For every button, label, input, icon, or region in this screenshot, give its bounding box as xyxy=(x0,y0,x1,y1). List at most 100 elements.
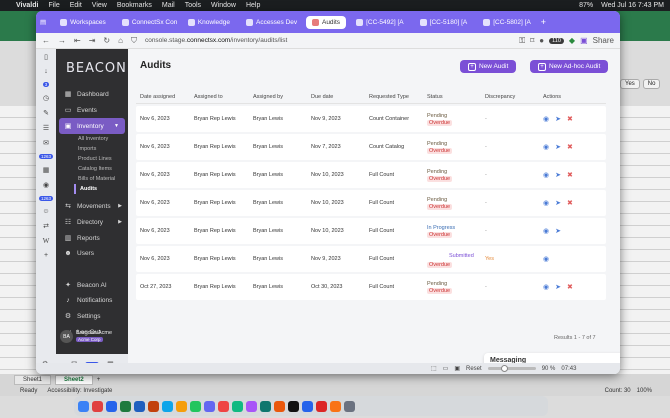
tab-knowledge[interactable]: Knowledge xyxy=(182,16,236,29)
new-adhoc-audit-button[interactable]: + New Ad-hoc Audit xyxy=(530,60,609,73)
sidebar-item-reports[interactable]: ▥ Reports xyxy=(56,230,128,246)
reading-list-icon[interactable]: ☰ xyxy=(43,124,49,132)
word-icon[interactable] xyxy=(134,400,145,412)
add-sheet-icon[interactable]: + xyxy=(97,377,101,383)
header-due-date[interactable]: Due date xyxy=(311,94,369,100)
excel-icon[interactable] xyxy=(120,400,131,412)
illustrator-icon[interactable] xyxy=(330,400,341,412)
reload-icon[interactable]: ↻ xyxy=(103,36,110,45)
subnav-catalog-items[interactable]: Catalog Items xyxy=(56,164,128,174)
bookmarks-panel-icon[interactable]: ▯ xyxy=(44,53,48,61)
key-icon[interactable]: ⚿ xyxy=(519,36,525,46)
menubar-bookmarks[interactable]: Bookmarks xyxy=(117,2,152,9)
spotify-icon[interactable] xyxy=(288,400,299,412)
sidebar-toggle-icon[interactable]: ▤ xyxy=(40,18,46,26)
header-discrepancy[interactable]: Discrepancy xyxy=(485,94,543,100)
send-icon[interactable]: ➤ xyxy=(555,227,561,235)
sidebar-item-events[interactable]: ▭ Events xyxy=(56,102,128,118)
excel-zoom-text[interactable]: 100% xyxy=(637,388,652,394)
url-field[interactable]: console.stage.connectsx.com/inventory/au… xyxy=(145,37,511,44)
tab-cc-5802[interactable]: [CC-5802] [A xyxy=(477,16,537,29)
menubar-help[interactable]: Help xyxy=(246,2,260,9)
tab-accesses[interactable]: Accesses Dev xyxy=(240,16,302,29)
table-row[interactable]: Nov 6, 2023 Bryan Rep Lewis Bryan Lewis Nov… xyxy=(136,134,606,160)
new-tab-icon[interactable]: + xyxy=(541,17,546,27)
add-panel-icon[interactable]: + xyxy=(44,252,48,259)
terminal-icon[interactable] xyxy=(260,400,271,412)
profile-icon[interactable]: ● xyxy=(539,36,544,45)
trash-icon[interactable]: ✖ xyxy=(567,283,573,291)
subnav-product-lines[interactable]: Product Lines xyxy=(56,154,128,164)
fast-forward-icon[interactable]: ⇥ xyxy=(89,36,96,45)
history-panel-icon[interactable]: ◷ xyxy=(43,94,49,102)
excel-yes-button[interactable]: Yes xyxy=(620,79,640,89)
tab-workspaces[interactable]: Workspaces xyxy=(54,16,112,29)
view-eye-icon[interactable]: ◉ xyxy=(543,227,549,235)
tiling-icon[interactable]: ▭ xyxy=(443,365,449,372)
excel-no-button[interactable]: No xyxy=(642,79,661,89)
sidebar-item-beacon-ai[interactable]: ✦ Beacon AI xyxy=(56,277,128,293)
firefox-icon[interactable] xyxy=(274,400,285,412)
appstore-icon[interactable] xyxy=(162,400,173,412)
trash-icon[interactable]: ✖ xyxy=(567,115,573,123)
slack-icon[interactable] xyxy=(246,400,257,412)
reset-zoom-button[interactable]: Reset xyxy=(466,366,482,372)
sidebar-item-movements[interactable]: ⇆ Movements ▶ xyxy=(56,198,128,214)
powerpoint-icon[interactable] xyxy=(148,400,159,412)
capture-icon[interactable]: ⬚ xyxy=(431,365,437,372)
table-row[interactable]: Nov 6, 2023 Bryan Rep Lewis Bryan Lewis Nov… xyxy=(136,106,606,132)
view-eye-icon[interactable]: ◉ xyxy=(543,171,549,179)
notes-icon[interactable] xyxy=(176,400,187,412)
header-requested-type[interactable]: Requested Type xyxy=(369,94,427,100)
tab-audits[interactable]: Audits xyxy=(305,15,347,29)
subnav-audits[interactable]: Audits xyxy=(74,184,128,194)
sheet-tab-2[interactable]: Sheet2 xyxy=(55,374,93,385)
downloads-panel-icon[interactable]: ↓ xyxy=(44,68,48,75)
table-row[interactable]: Oct 27, 2023 Bryan Rep Lewis Bryan Lewis Oc… xyxy=(136,274,606,300)
subnav-imports[interactable]: Imports xyxy=(56,144,128,154)
header-status[interactable]: Status xyxy=(427,94,485,100)
extension-badge[interactable]: 110 xyxy=(549,37,564,44)
mail-panel-icon[interactable]: ✉ xyxy=(43,139,49,147)
messages-icon[interactable] xyxy=(190,400,201,412)
vpn-icon[interactable]: ▣ xyxy=(580,36,588,45)
home-icon[interactable]: ⌂ xyxy=(118,36,123,45)
evernote-icon[interactable]: ◆ xyxy=(569,36,575,45)
share-icon[interactable]: Share xyxy=(593,36,614,45)
teams-icon[interactable] xyxy=(204,400,215,412)
feeds-panel-icon[interactable]: ◉ xyxy=(43,181,49,189)
send-icon[interactable]: ➤ xyxy=(555,199,561,207)
notes-panel-icon[interactable]: ✎ xyxy=(43,109,49,117)
rewind-icon[interactable]: ⇤ xyxy=(74,36,81,45)
table-row[interactable]: Nov 6, 2023 Bryan Rep Lewis Bryan Lewis Nov… xyxy=(136,218,606,244)
vivaldi-icon[interactable] xyxy=(92,400,103,412)
user-card[interactable]: BA Brendan Acme Acme Corp xyxy=(56,330,128,344)
shield-icon[interactable]: ⛉ xyxy=(131,36,137,46)
forward-icon[interactable]: → xyxy=(58,36,66,45)
contacts-panel-icon[interactable]: ☺ xyxy=(42,208,49,215)
trash-icon[interactable] xyxy=(344,400,355,412)
table-row[interactable]: Nov 6, 2023 Bryan Rep Lewis Bryan Lewis Nov… xyxy=(136,162,606,188)
wikipedia-panel-icon[interactable]: W xyxy=(43,237,50,245)
zoom-slider-knob[interactable] xyxy=(500,365,508,372)
menubar-file[interactable]: File xyxy=(48,2,59,9)
beacon-logo[interactable]: BEACON xyxy=(56,49,128,86)
send-icon[interactable]: ➤ xyxy=(555,143,561,151)
menubar-view[interactable]: View xyxy=(92,2,107,9)
header-assigned-by[interactable]: Assigned by xyxy=(253,94,311,100)
zoom-slider[interactable] xyxy=(487,365,536,372)
header-assigned-to[interactable]: Assigned to xyxy=(194,94,253,100)
bookmark-icon[interactable]: ⌑ xyxy=(530,36,534,45)
clock-text[interactable]: Wed Jul 16 7:43 PM xyxy=(601,2,664,9)
sidebar-item-users[interactable]: ☻ Users xyxy=(56,246,128,261)
menubar-mail[interactable]: Mail xyxy=(162,2,175,9)
trash-icon[interactable]: ✖ xyxy=(567,143,573,151)
sidebar-item-notifications[interactable]: ♪ Notifications xyxy=(56,293,128,308)
sidebar-item-settings[interactable]: ⚙ Settings xyxy=(56,308,128,324)
view-eye-icon[interactable]: ◉ xyxy=(543,283,549,291)
calendar-app-icon[interactable] xyxy=(218,400,229,412)
translate-panel-icon[interactable]: ⇄ xyxy=(43,222,49,230)
calendar-panel-icon[interactable]: ▦ xyxy=(43,166,50,174)
menubar-tools[interactable]: Tools xyxy=(185,2,201,9)
tab-cc-5492[interactable]: [CC-5492] [A xyxy=(350,16,410,29)
